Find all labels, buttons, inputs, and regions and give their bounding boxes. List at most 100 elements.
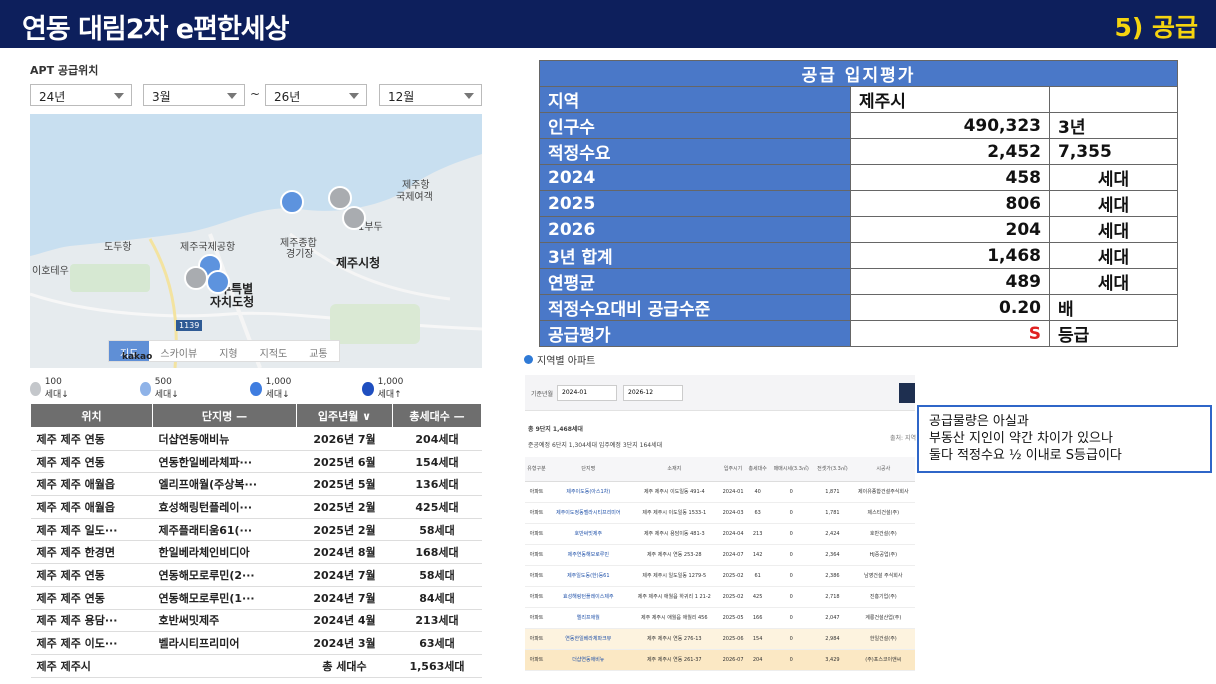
table-cell: 2025년 6월 bbox=[296, 450, 393, 474]
table-cell: 제주 제주 연동 bbox=[30, 586, 153, 610]
complex-link[interactable]: 엘리프애월 bbox=[548, 607, 629, 629]
complex-link[interactable]: 제주이도동(아스1차) bbox=[548, 481, 629, 503]
table-cell: 연동해모로루민(1··· bbox=[152, 586, 297, 610]
complex-link[interactable]: 더샵연동애비뉴 bbox=[548, 649, 629, 671]
section-label: 5) 공급 bbox=[1114, 13, 1198, 42]
chevron-down-icon bbox=[464, 93, 474, 99]
table-cell: 1,563세대 bbox=[392, 654, 482, 678]
evaluation-row: 공급평가 S 등급 bbox=[539, 320, 1178, 347]
regional-cell: 425 bbox=[746, 586, 770, 608]
regional-col-header[interactable]: 매매시세(3.3㎡) bbox=[769, 457, 814, 482]
table-row[interactable]: 제주 제주 한경면 한일베라체인비디아 2024년 8월 168세대 bbox=[30, 540, 482, 565]
regional-cell: 40 bbox=[746, 481, 770, 503]
header-bar: 연동 대림2차 e편한세상 5) 공급 bbox=[0, 0, 1216, 48]
map-pin-100[interactable] bbox=[342, 206, 366, 230]
complex-link[interactable]: 효성해링턴플레이스제주 bbox=[548, 586, 629, 608]
regional-col-header[interactable]: 입주시기 bbox=[720, 457, 747, 482]
regional-row[interactable]: 아파트 호반써밋제주 제주 제주시 용담이동 481-3 2024-04 213 0 2,4… bbox=[525, 523, 915, 545]
tab-terrain[interactable]: 지형 bbox=[208, 341, 248, 361]
evaluation-key: 2024 bbox=[539, 164, 851, 191]
regional-row[interactable]: 아파트 연동한일베라체파크뷰 제주 제주시 연동 276-13 2025-06 154 0… bbox=[525, 628, 915, 650]
table-row[interactable]: 제주 제주 연동 연동해모로루민(2··· 2024년 7월 58세대 bbox=[30, 563, 482, 587]
tab-skyview[interactable]: 스카이뷰 bbox=[149, 341, 208, 361]
table-row[interactable]: 제주 제주시 총 세대수 1,563세대 bbox=[30, 654, 482, 678]
table-cell: 168세대 bbox=[392, 540, 482, 565]
regional-col-header[interactable]: 단지명 bbox=[548, 457, 629, 482]
start-year-value: 24년 bbox=[39, 90, 66, 104]
table-row[interactable]: 제주 제주 애월읍 효성해링턴플레이··· 2025년 2월 425세대 bbox=[30, 495, 482, 519]
table-cell: 효성해링턴플레이··· bbox=[152, 495, 297, 519]
pin-icon bbox=[30, 381, 41, 396]
regional-col-header[interactable]: 총세대수 bbox=[746, 457, 770, 482]
complex-link[interactable]: 연동한일베라체파크뷰 bbox=[548, 628, 629, 650]
evaluation-key: 지역 bbox=[539, 86, 851, 113]
table-row[interactable]: 제주 제주 이도··· 벨라시티프리미어 2024년 3월 63세대 bbox=[30, 631, 482, 655]
regional-cell: 142 bbox=[746, 544, 770, 566]
evaluation-row: 3년 합계 1,468 세대 bbox=[539, 242, 1178, 269]
info-icon bbox=[524, 355, 533, 364]
tab-cadastral[interactable]: 지적도 bbox=[249, 341, 299, 361]
start-month-select[interactable]: 3월 bbox=[143, 84, 245, 106]
evaluation-value: 806 bbox=[850, 190, 1050, 217]
evaluation-row: 인구수 490,323 3년 bbox=[539, 112, 1178, 139]
table-cell: 2024년 7월 bbox=[296, 586, 393, 610]
regional-col-header[interactable]: 유형구분 bbox=[525, 457, 549, 482]
col-location[interactable]: 위치 bbox=[30, 403, 153, 428]
regional-row[interactable]: 아파트 제주일도동(한)등61 제주 제주시 일도일동 1279-5 2025-02 6… bbox=[525, 565, 915, 587]
complex-link[interactable]: 제주이도정동벨라시티프리미어 bbox=[548, 502, 629, 524]
table-cell: 2025년 2월 bbox=[296, 495, 393, 519]
legend-item: 1,000세대↓ bbox=[250, 377, 298, 400]
table-row[interactable]: 제주 제주 연동 연동해모로루민(1··· 2024년 7월 84세대 bbox=[30, 586, 482, 610]
regional-row[interactable]: 아파트 제주연동해모로루민 제주 제주시 연동 253-28 2024-07 142 0 2… bbox=[525, 544, 915, 566]
pin-icon bbox=[140, 381, 151, 396]
table-row[interactable]: 제주 제주 연동 더샵연동애비뉴 2026년 7월 204세대 bbox=[30, 427, 482, 451]
regional-cell: 제주 제주시 애월읍 하귀리 1 21-2 bbox=[628, 586, 720, 608]
complex-link[interactable]: 제주연동해모로루민 bbox=[548, 544, 629, 566]
evaluation-title: 공급 입지평가 bbox=[539, 60, 1178, 87]
map-pin-500[interactable] bbox=[206, 270, 230, 294]
regional-col-header[interactable]: 소재지 bbox=[628, 457, 720, 482]
complex-link[interactable]: 제주일도동(한)등61 bbox=[548, 565, 629, 587]
map-pin-100[interactable] bbox=[184, 266, 208, 290]
regional-cell: 166 bbox=[746, 607, 770, 629]
regional-row[interactable]: 아파트 효성해링턴플레이스제주 제주 제주시 애월읍 하귀리 1 21-2 2025-… bbox=[525, 586, 915, 608]
table-row[interactable]: 제주 제주 애월읍 엘리프애월(주상복··· 2025년 5월 136세대 bbox=[30, 472, 482, 497]
table-row[interactable]: 제주 제주 용담··· 호반써밋제주 2024년 4월 213세대 bbox=[30, 609, 482, 633]
end-year-select[interactable]: 26년 bbox=[265, 84, 367, 106]
regional-cell: 2025-02 bbox=[720, 565, 747, 587]
date-from-input[interactable]: 2024-01 bbox=[557, 385, 617, 401]
date-to-input[interactable]: 2026-12 bbox=[623, 385, 683, 401]
regional-row[interactable]: 아파트 더샵연동애비뉴 제주 제주시 연동 261-37 2026-07 204 0 3,4… bbox=[525, 649, 915, 671]
tab-traffic[interactable]: 교통 bbox=[298, 341, 338, 361]
regional-col-header[interactable]: 시공사 bbox=[851, 457, 915, 482]
evaluation-key: 3년 합계 bbox=[539, 242, 851, 269]
col-complex[interactable]: 단지명 — bbox=[152, 403, 297, 428]
regional-row[interactable]: 아파트 제주이도동(아스1차) 제주 제주시 이도일동 491-4 2024-01 40… bbox=[525, 481, 915, 503]
search-button[interactable] bbox=[899, 383, 915, 403]
regional-row[interactable]: 아파트 엘리프애월 제주 제주시 애월읍 애월리 456 2025-05 166 0 2,0… bbox=[525, 607, 915, 629]
col-move-in[interactable]: 입주년월 ∨ bbox=[296, 403, 393, 428]
table-row[interactable]: 제주 제주 일도··· 제주플래티움61(··· 2025년 2월 58세대 bbox=[30, 518, 482, 542]
end-month-select[interactable]: 12월 bbox=[379, 84, 482, 106]
chevron-down-icon bbox=[227, 93, 237, 99]
complex-link[interactable]: 호반써밋제주 bbox=[548, 523, 629, 545]
map-pin-500[interactable] bbox=[280, 190, 304, 214]
regional-cell: 아파트 bbox=[525, 586, 549, 608]
evaluation-row: 연평균 489 세대 bbox=[539, 268, 1178, 295]
map-canvas bbox=[30, 114, 482, 368]
regional-cell: 0 bbox=[769, 523, 814, 545]
table-row[interactable]: 제주 제주 연동 연동한일베라체파··· 2025년 6월 154세대 bbox=[30, 450, 482, 474]
regional-filter-bar: 기준년월 2024-01 2026-12 bbox=[525, 375, 915, 411]
supply-map[interactable]: 제주항 국제여객 도두항 제주국제공항 제주종합 경기장 1부두 이호테우 제주… bbox=[30, 114, 482, 368]
range-separator: ~ bbox=[250, 87, 261, 101]
col-units[interactable]: 총세대수 — bbox=[392, 403, 482, 428]
regional-cell: 0 bbox=[769, 649, 814, 671]
evaluation-unit: 세대 bbox=[1049, 164, 1178, 191]
table-cell: 더샵연동애비뉴 bbox=[152, 427, 297, 451]
regional-cell: 아파트 bbox=[525, 607, 549, 629]
regional-cell: 2025-02 bbox=[720, 586, 747, 608]
regional-row[interactable]: 아파트 제주이도정동벨라시티프리미어 제주 제주시 이도일동 1533-1 2024-… bbox=[525, 502, 915, 524]
regional-col-header[interactable]: 전셋가(3.3㎡) bbox=[813, 457, 852, 482]
start-year-select[interactable]: 24년 bbox=[30, 84, 132, 106]
regional-title-text: 지역별 아파트 bbox=[537, 356, 596, 367]
